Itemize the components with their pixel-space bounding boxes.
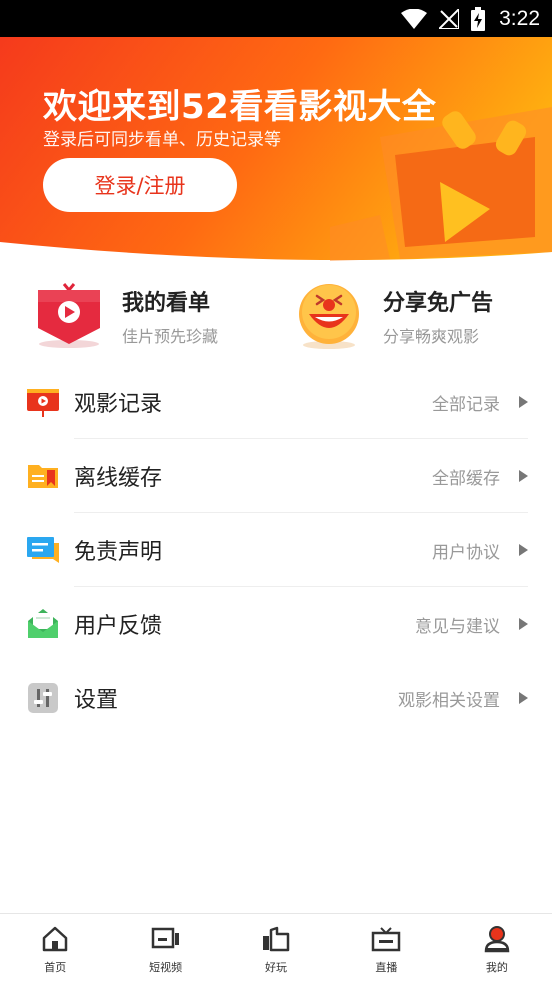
menu-label: 设置 [74, 688, 119, 713]
settings-menu: 观影记录 全部记录 离线缓存 全部缓存 免责声明 用户协议 用户反馈 意见与建议… [0, 365, 552, 735]
profile-page: 3:22 欢迎来到52看看影视大全 登录后可同步看单、历史记录等 登录/注册 我… [0, 0, 552, 981]
status-bar: 3:22 [0, 0, 552, 37]
watchlist-title: 我的看单 [122, 291, 211, 316]
fun-icon [261, 925, 291, 953]
tab-live[interactable]: 直播 [331, 914, 441, 981]
folder-icon [26, 459, 60, 493]
menu-item-history[interactable]: 观影记录 全部记录 [0, 365, 552, 439]
my-watchlist-card[interactable]: 我的看单 佳片预先珍藏 [34, 282, 218, 350]
tab-label: 直播 [375, 961, 398, 974]
tv-icon [371, 925, 401, 953]
chevron-right-icon [519, 470, 528, 482]
chevron-right-icon [519, 692, 528, 704]
menu-hint: 意见与建议 [415, 616, 500, 637]
menu-item-offline-cache[interactable]: 离线缓存 全部缓存 [0, 439, 552, 513]
tab-short-video[interactable]: 短视频 [110, 914, 220, 981]
tab-label: 短视频 [149, 961, 183, 974]
bottom-tab-bar: 首页 短视频 好玩 直播 我的 [0, 913, 552, 981]
login-register-button[interactable]: 登录/注册 [43, 158, 237, 212]
watchlist-icon [34, 282, 104, 350]
short-video-icon [151, 925, 181, 953]
chevron-right-icon [519, 618, 528, 630]
share-ad-free-card[interactable]: 分享免广告 分享畅爽观影 [295, 282, 493, 350]
tab-label: 首页 [44, 961, 67, 974]
profile-icon [483, 925, 511, 953]
tab-label: 我的 [485, 961, 508, 974]
menu-label: 免责声明 [74, 540, 163, 565]
menu-label: 离线缓存 [74, 466, 163, 491]
smiley-icon [295, 282, 365, 350]
welcome-banner: 欢迎来到52看看影视大全 登录后可同步看单、历史记录等 登录/注册 [0, 37, 552, 262]
menu-label: 用户反馈 [74, 614, 163, 639]
watchlist-subtitle: 佳片预先珍藏 [122, 327, 219, 346]
tab-home[interactable]: 首页 [0, 914, 110, 981]
menu-hint: 观影相关设置 [398, 690, 500, 711]
quick-actions: 我的看单 佳片预先珍藏 分享免广告 分享畅爽观影 [0, 282, 552, 350]
menu-hint: 全部缓存 [432, 468, 500, 489]
clock: 3:22 [499, 6, 540, 30]
no-signal-icon [439, 8, 460, 29]
menu-hint: 用户协议 [432, 542, 500, 563]
wifi-icon [401, 8, 428, 29]
menu-item-feedback[interactable]: 用户反馈 意见与建议 [0, 587, 552, 661]
tab-label: 好玩 [265, 961, 288, 974]
mail-icon [26, 607, 60, 641]
menu-label: 观影记录 [74, 392, 163, 417]
chevron-right-icon [519, 544, 528, 556]
banner-subtitle: 登录后可同步看单、历史记录等 [43, 130, 281, 150]
message-icon [26, 533, 60, 567]
tab-fun[interactable]: 好玩 [221, 914, 331, 981]
share-title: 分享免广告 [383, 291, 494, 316]
battery-charging-icon [471, 6, 486, 31]
history-icon [26, 385, 60, 419]
settings-icon [26, 681, 60, 715]
share-subtitle: 分享畅爽观影 [383, 327, 480, 346]
home-icon [41, 925, 69, 953]
chevron-right-icon [519, 396, 528, 408]
menu-item-settings[interactable]: 设置 观影相关设置 [0, 661, 552, 735]
menu-hint: 全部记录 [432, 394, 500, 415]
menu-item-disclaimer[interactable]: 免责声明 用户协议 [0, 513, 552, 587]
banner-title: 欢迎来到52看看影视大全 [43, 87, 437, 127]
tab-profile[interactable]: 我的 [442, 914, 552, 981]
